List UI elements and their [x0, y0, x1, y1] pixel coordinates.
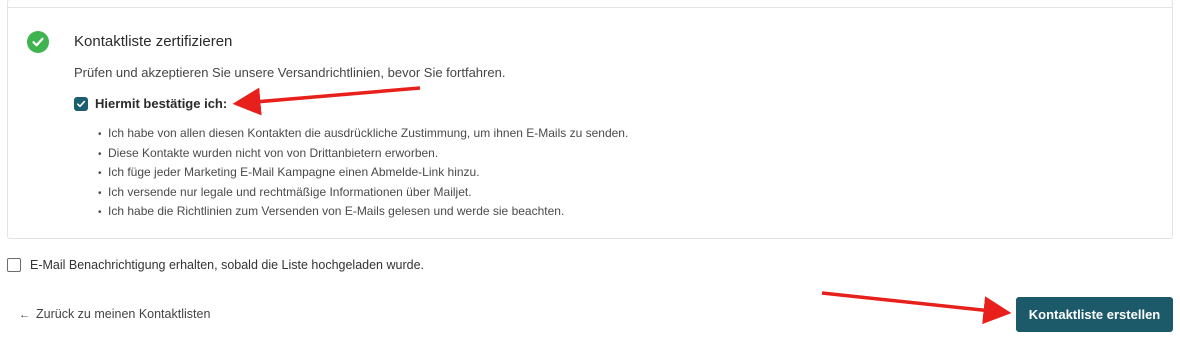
- notification-checkbox[interactable]: [7, 258, 21, 272]
- section-title: Kontaktliste zertifizieren: [74, 33, 233, 50]
- section-description: Prüfen und akzeptieren Sie unsere Versan…: [74, 65, 506, 80]
- back-link-label: Zurück zu meinen Kontaktlisten: [36, 307, 211, 321]
- check-circle-icon: [27, 31, 49, 53]
- rule-item: Diese Kontakte wurden nicht von von Drit…: [98, 144, 628, 164]
- confirm-checkbox[interactable]: [74, 96, 88, 111]
- rule-item: Ich versende nur legale und rechtmäßige …: [98, 183, 628, 203]
- page: Kontaktliste zertifizieren Prüfen und ak…: [0, 0, 1180, 340]
- checkmark-icon: [32, 37, 44, 47]
- notification-checkbox-row[interactable]: E-Mail Benachrichtigung erhalten, sobald…: [7, 258, 424, 272]
- annotation-arrow-to-button: [821, 291, 1012, 325]
- checkbox-check-icon: [77, 100, 86, 107]
- confirm-label: Hiermit bestätige ich:: [95, 96, 228, 111]
- notification-label: E-Mail Benachrichtigung erhalten, sobald…: [30, 258, 425, 272]
- card-divider: [7, 7, 1173, 8]
- back-to-contact-lists-link[interactable]: ← Zurück zu meinen Kontaktlisten: [19, 307, 210, 321]
- arrow-left-icon: ←: [19, 309, 30, 321]
- rule-item: Ich habe die Richtlinien zum Versenden v…: [98, 202, 628, 222]
- create-contact-list-button[interactable]: Kontaktliste erstellen: [1016, 297, 1173, 332]
- rule-item: Ich füge jeder Marketing E-Mail Kampagne…: [98, 163, 628, 183]
- rules-list: Ich habe von allen diesen Kontakten die …: [98, 124, 628, 222]
- confirm-checkbox-row[interactable]: Hiermit bestätige ich:: [74, 96, 227, 111]
- rule-item: Ich habe von allen diesen Kontakten die …: [98, 124, 628, 144]
